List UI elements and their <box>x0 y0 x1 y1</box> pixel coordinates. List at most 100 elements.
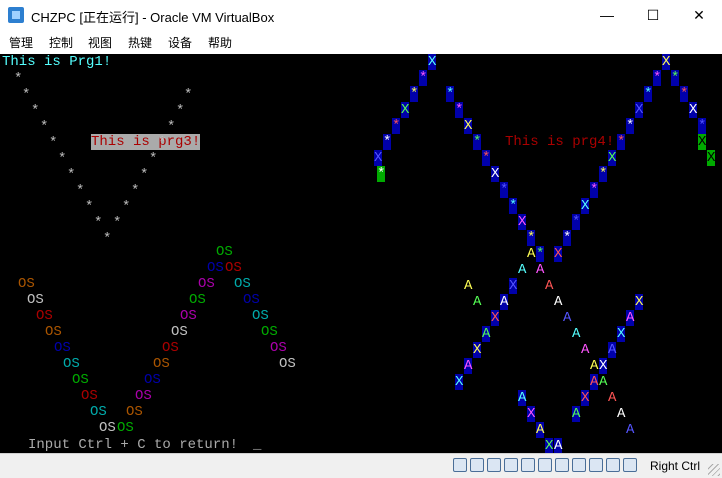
shared-folder-icon[interactable] <box>538 458 552 472</box>
os-glyph: OS <box>81 388 98 404</box>
minimize-button[interactable]: — <box>584 0 630 30</box>
a-glyph: A <box>518 262 527 278</box>
a-glyph: A <box>599 374 608 390</box>
vm-console-screen[interactable]: This is Prg1! This is prg3! This is prg4… <box>0 54 722 453</box>
x-glyph: X <box>581 198 590 214</box>
os-glyph: OS <box>144 372 161 388</box>
x-glyph: X <box>554 246 563 262</box>
os-glyph: OS <box>27 292 44 308</box>
a-glyph: A <box>518 390 527 406</box>
return-prompt: Input Ctrl + C to return! <box>28 437 239 453</box>
x-glyph: X <box>707 150 716 166</box>
a-glyph: A <box>608 342 617 358</box>
video-capture-icon[interactable] <box>572 458 586 472</box>
os-glyph: OS <box>54 340 71 356</box>
star-glyph: * <box>67 167 76 183</box>
keyboard-icon[interactable] <box>623 458 637 472</box>
os-glyph: OS <box>72 372 89 388</box>
star-glyph: * <box>22 87 31 103</box>
hard-disk-icon[interactable] <box>453 458 467 472</box>
x-glyph: * <box>482 150 491 166</box>
os-glyph: OS <box>171 324 188 340</box>
a-glyph: A <box>581 342 590 358</box>
a-glyph: A <box>590 374 599 390</box>
x-glyph: * <box>536 246 545 262</box>
star-glyph: * <box>14 71 23 87</box>
prg3-label: This is prg3! <box>91 134 201 150</box>
x-glyph: X <box>401 102 410 118</box>
usb-icon[interactable] <box>521 458 535 472</box>
x-glyph: * <box>527 230 536 246</box>
x-glyph: * <box>509 198 518 214</box>
star-glyph: * <box>167 119 176 135</box>
os-glyph: OS <box>18 276 35 292</box>
display-icon[interactable] <box>555 458 569 472</box>
a-glyph: A <box>536 262 545 278</box>
a-glyph: A <box>464 358 473 374</box>
star-glyph: * <box>85 199 94 215</box>
maximize-button[interactable]: ☐ <box>630 0 676 30</box>
host-key-label: Right Ctrl <box>649 459 700 473</box>
star-glyph: * <box>94 215 103 231</box>
window-title: CHZPC [正在运行] - Oracle VM VirtualBox <box>31 10 275 25</box>
x-glyph: X <box>374 150 383 166</box>
resize-grip[interactable] <box>708 464 720 476</box>
a-glyph: A <box>626 310 635 326</box>
x-glyph: X <box>689 102 698 118</box>
mouse-integration-icon[interactable] <box>606 458 620 472</box>
os-glyph: OS <box>261 324 278 340</box>
menu-manage[interactable]: 管理 <box>9 34 33 51</box>
os-glyph: OS <box>126 404 143 420</box>
star-glyph: * <box>31 103 40 119</box>
os-glyph: OS <box>270 340 287 356</box>
x-glyph: X <box>608 150 617 166</box>
x-glyph: * <box>473 134 482 150</box>
menu-control[interactable]: 控制 <box>49 34 73 51</box>
a-glyph: A <box>590 358 599 374</box>
x-glyph: X <box>518 214 527 230</box>
menu-hotkey[interactable]: 热键 <box>128 34 152 51</box>
os-glyph: OS <box>135 388 152 404</box>
menu-bar: 管理 控制 视图 热键 设备 帮助 <box>0 30 722 54</box>
menu-view[interactable]: 视图 <box>88 34 112 51</box>
star-glyph: * <box>122 199 131 215</box>
star-glyph: * <box>131 183 140 199</box>
a-glyph: A <box>572 406 581 422</box>
a-glyph: A <box>536 422 545 438</box>
menu-devices[interactable]: 设备 <box>168 34 192 51</box>
a-glyph: A <box>527 246 536 262</box>
a-glyph: X <box>635 294 644 310</box>
os-glyph: OS <box>216 244 233 260</box>
optical-drive-icon[interactable] <box>470 458 484 472</box>
close-button[interactable]: ✕ <box>676 0 722 30</box>
os-glyph: OS <box>198 276 215 292</box>
a-glyph: X <box>581 390 590 406</box>
a-glyph: A <box>572 326 581 342</box>
cpu-icon[interactable] <box>589 458 603 472</box>
star-glyph: * <box>58 151 67 167</box>
a-glyph: A <box>482 326 491 342</box>
star-glyph: * <box>184 87 193 103</box>
x-glyph: X <box>635 102 644 118</box>
x-glyph: * <box>563 230 572 246</box>
status-bar: Right Ctrl <box>0 453 722 478</box>
a-glyph: X <box>455 374 464 390</box>
a-glyph: X <box>509 278 518 294</box>
os-glyph: OS <box>207 260 224 276</box>
star-glyph: * <box>140 167 149 183</box>
a-glyph: A <box>545 278 554 294</box>
x-glyph: * <box>599 166 608 182</box>
star-glyph: * <box>113 215 122 231</box>
virtualbox-app-icon <box>8 7 24 23</box>
network-icon[interactable] <box>504 458 518 472</box>
menu-help[interactable]: 帮助 <box>208 34 232 51</box>
x-glyph: * <box>590 182 599 198</box>
x-glyph: * <box>383 134 392 150</box>
os-glyph: OS <box>99 420 116 436</box>
audio-icon[interactable] <box>487 458 501 472</box>
os-glyph: OS <box>180 308 197 324</box>
x-glyph: * <box>698 118 707 134</box>
x-glyph: * <box>455 102 464 118</box>
prg1-label: This is Prg1! <box>2 54 112 70</box>
a-glyph: X <box>491 310 500 326</box>
